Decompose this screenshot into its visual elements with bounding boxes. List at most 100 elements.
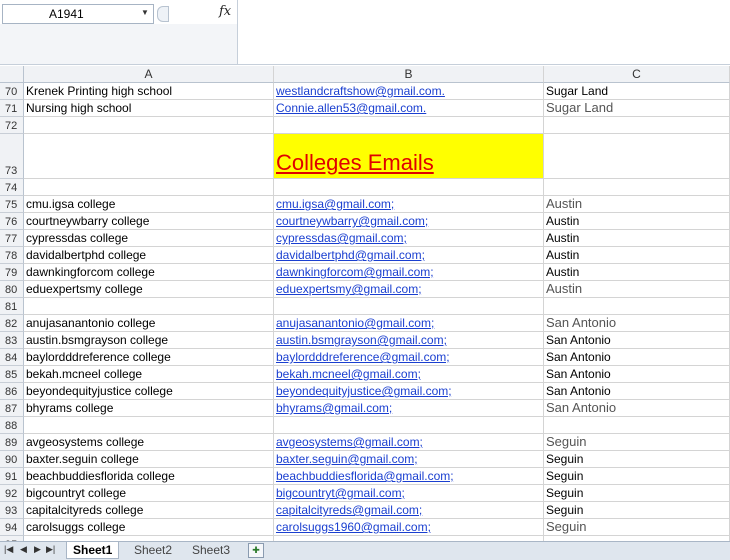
row-header[interactable]: 79 bbox=[0, 264, 24, 281]
column-header-b[interactable]: B bbox=[274, 66, 544, 83]
cell-name[interactable]: davidalbertphd college bbox=[24, 247, 274, 264]
tab-sheet3[interactable]: Sheet3 bbox=[186, 542, 236, 558]
city-cell[interactable] bbox=[544, 117, 730, 134]
email-link-cell[interactable]: westlandcraftshow@gmail.com. bbox=[274, 83, 544, 100]
cell-name[interactable]: eduexpertsmy college bbox=[24, 281, 274, 298]
cell-name[interactable]: bigcountryt college bbox=[24, 485, 274, 502]
cell-name[interactable]: austin.bsmgrayson college bbox=[24, 332, 274, 349]
city-cell[interactable]: San Antonio bbox=[544, 383, 730, 400]
row-header[interactable]: 76 bbox=[0, 213, 24, 230]
city-cell[interactable]: San Antonio bbox=[544, 366, 730, 383]
name-box[interactable]: A1941 ▼ bbox=[2, 4, 154, 24]
city-cell[interactable] bbox=[544, 298, 730, 315]
row-header[interactable]: 86 bbox=[0, 383, 24, 400]
cell-name[interactable] bbox=[24, 117, 274, 134]
email-cell[interactable] bbox=[274, 298, 544, 315]
email-link-cell[interactable]: bekah.mcneel@gmail.com; bbox=[274, 366, 544, 383]
cell-name[interactable]: avgeosystems college bbox=[24, 434, 274, 451]
cell-name[interactable]: baylordddreference college bbox=[24, 349, 274, 366]
row-header[interactable]: 74 bbox=[0, 179, 24, 196]
row-header[interactable]: 87 bbox=[0, 400, 24, 417]
city-cell[interactable] bbox=[544, 417, 730, 434]
city-cell[interactable]: Seguin bbox=[544, 451, 730, 468]
row-header[interactable]: 71 bbox=[0, 100, 24, 117]
cell-name[interactable]: baxter.seguin college bbox=[24, 451, 274, 468]
cell-name[interactable] bbox=[24, 298, 274, 315]
column-header-c[interactable]: C bbox=[544, 66, 730, 83]
city-cell[interactable]: Sugar Land bbox=[544, 100, 730, 117]
cell-name[interactable]: bhyrams college bbox=[24, 400, 274, 417]
row-header[interactable]: 82 bbox=[0, 315, 24, 332]
city-cell[interactable] bbox=[544, 134, 730, 179]
row-header[interactable]: 83 bbox=[0, 332, 24, 349]
city-cell[interactable]: Austin bbox=[544, 281, 730, 298]
city-cell[interactable]: Austin bbox=[544, 247, 730, 264]
cell-name[interactable]: cmu.igsa college bbox=[24, 196, 274, 213]
email-cell[interactable] bbox=[274, 417, 544, 434]
email-link-cell[interactable]: avgeosystems@gmail.com; bbox=[274, 434, 544, 451]
cell-name[interactable]: dawnkingforcom college bbox=[24, 264, 274, 281]
row-header[interactable]: 81 bbox=[0, 298, 24, 315]
row-header[interactable]: 72 bbox=[0, 117, 24, 134]
formula-bar-grip-icon[interactable] bbox=[157, 6, 169, 22]
tab-sheet1[interactable]: Sheet1 bbox=[66, 542, 120, 559]
city-cell[interactable]: San Antonio bbox=[544, 349, 730, 366]
city-cell[interactable]: Seguin bbox=[544, 502, 730, 519]
email-cell[interactable] bbox=[274, 117, 544, 134]
row-header[interactable]: 88 bbox=[0, 417, 24, 434]
cell-name[interactable] bbox=[24, 134, 274, 179]
cell-name[interactable]: capitalcityreds college bbox=[24, 502, 274, 519]
city-cell[interactable]: Seguin bbox=[544, 519, 730, 536]
cell-name[interactable]: Krenek Printing high school bbox=[24, 83, 274, 100]
row-header[interactable]: 85 bbox=[0, 366, 24, 383]
email-link-cell[interactable]: capitalcityreds@gmail.com; bbox=[274, 502, 544, 519]
cell-name[interactable]: courtneywbarry college bbox=[24, 213, 274, 230]
city-cell[interactable]: Sugar Land bbox=[544, 83, 730, 100]
insert-function-icon[interactable]: fx bbox=[219, 4, 231, 19]
cell-name[interactable] bbox=[24, 179, 274, 196]
prev-sheet-icon[interactable]: ◀ bbox=[20, 544, 27, 555]
email-link-cell[interactable]: austin.bsmgrayson@gmail.com; bbox=[274, 332, 544, 349]
city-cell[interactable]: San Antonio bbox=[544, 315, 730, 332]
email-link-cell[interactable]: baylordddreference@gmail.com; bbox=[274, 349, 544, 366]
cell-name[interactable]: beachbuddiesflorida college bbox=[24, 468, 274, 485]
row-header[interactable]: 90 bbox=[0, 451, 24, 468]
email-link-cell[interactable]: cmu.igsa@gmail.com; bbox=[274, 196, 544, 213]
cell-name[interactable] bbox=[24, 417, 274, 434]
email-link-cell[interactable]: beyondequityjustice@gmail.com; bbox=[274, 383, 544, 400]
cell-name[interactable]: bekah.mcneel college bbox=[24, 366, 274, 383]
email-link-cell[interactable]: dawnkingforcom@gmail.com; bbox=[274, 264, 544, 281]
select-all-corner[interactable] bbox=[0, 66, 24, 83]
city-cell[interactable]: Austin bbox=[544, 213, 730, 230]
row-header[interactable]: 73 bbox=[0, 134, 24, 179]
cell-name[interactable]: beyondequityjustice college bbox=[24, 383, 274, 400]
city-cell[interactable]: Austin bbox=[544, 230, 730, 247]
email-link-cell[interactable]: Connie.allen53@gmail.com. bbox=[274, 100, 544, 117]
column-header-a[interactable]: A bbox=[24, 66, 274, 83]
first-sheet-icon[interactable]: |◀ bbox=[4, 544, 13, 555]
email-link-cell[interactable]: bigcountryt@gmail.com; bbox=[274, 485, 544, 502]
row-header[interactable]: 78 bbox=[0, 247, 24, 264]
email-link-cell[interactable]: anujasanantonio@gmail.com; bbox=[274, 315, 544, 332]
row-header[interactable]: 93 bbox=[0, 502, 24, 519]
row-header[interactable]: 80 bbox=[0, 281, 24, 298]
chevron-down-icon[interactable]: ▼ bbox=[141, 8, 149, 17]
row-header[interactable]: 84 bbox=[0, 349, 24, 366]
city-cell[interactable]: San Antonio bbox=[544, 332, 730, 349]
email-link-cell[interactable]: eduexpertsmy@gmail.com; bbox=[274, 281, 544, 298]
email-link-cell[interactable]: beachbuddiesflorida@gmail.com; bbox=[274, 468, 544, 485]
cell-name[interactable]: anujasanantonio college bbox=[24, 315, 274, 332]
insert-sheet-icon[interactable]: ✚ bbox=[248, 543, 264, 558]
city-cell[interactable]: Austin bbox=[544, 196, 730, 213]
city-cell[interactable]: Seguin bbox=[544, 485, 730, 502]
tab-sheet2[interactable]: Sheet2 bbox=[128, 542, 178, 558]
section-heading-cell[interactable]: Colleges Emails bbox=[274, 134, 544, 179]
row-header[interactable]: 94 bbox=[0, 519, 24, 536]
city-cell[interactable]: Seguin bbox=[544, 434, 730, 451]
row-header[interactable]: 70 bbox=[0, 83, 24, 100]
email-link-cell[interactable]: bhyrams@gmail.com; bbox=[274, 400, 544, 417]
formula-input[interactable] bbox=[238, 0, 730, 64]
email-link-cell[interactable]: carolsuggs1960@gmail.com; bbox=[274, 519, 544, 536]
city-cell[interactable]: San Antonio bbox=[544, 400, 730, 417]
row-header[interactable]: 77 bbox=[0, 230, 24, 247]
